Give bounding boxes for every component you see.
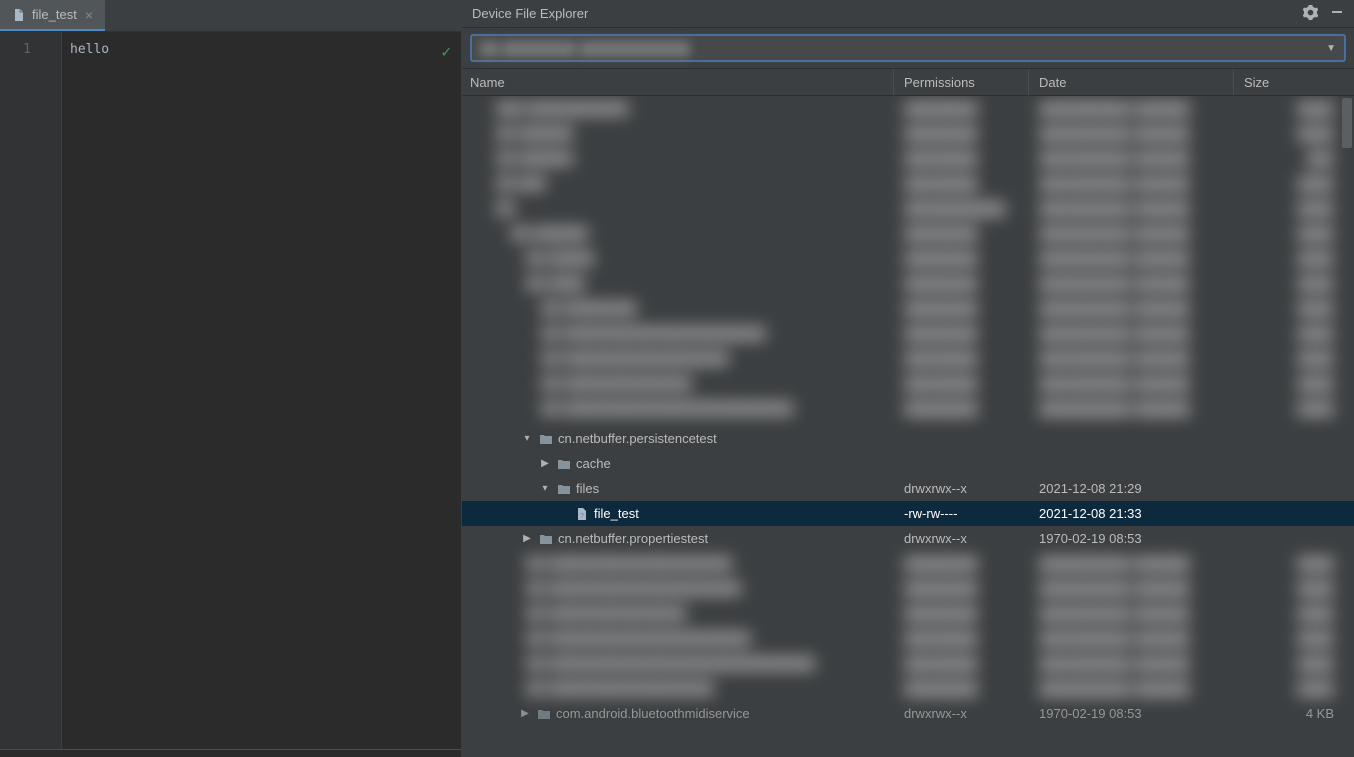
tree-body: ███ █████████████████████████████ ██████… (462, 96, 1354, 757)
blurred-region-bottom: ██ █████████████████████████████████████… (462, 551, 1354, 701)
tree-row-label: files (576, 481, 599, 496)
tree-row[interactable]: ▶ cache (462, 451, 1354, 476)
panel-header: Device File Explorer (462, 0, 1354, 28)
folder-icon (538, 431, 554, 447)
checkmark-icon: ✓ (441, 42, 451, 62)
scrollbar-thumb[interactable] (1342, 98, 1352, 148)
device-file-explorer-panel: Device File Explorer ██ ████████ ███████… (462, 0, 1354, 757)
panel-title: Device File Explorer (472, 6, 588, 21)
tree-row-label: cn.netbuffer.persistencetest (558, 431, 717, 446)
device-selector-value: ██ ████████ ████████████ (480, 41, 690, 56)
chevron-down-icon[interactable]: ▾ (538, 483, 552, 494)
tree-row-date: 2021-12-08 21:33 (1029, 506, 1234, 521)
column-header-size[interactable]: Size (1234, 69, 1354, 95)
chevron-right-icon[interactable]: ▶ (520, 533, 534, 544)
tree-row-label: cache (576, 456, 611, 471)
column-header-permissions[interactable]: Permissions (894, 69, 1029, 95)
editor-content[interactable]: hello ✓ (62, 32, 461, 749)
table-header: Name Permissions Date Size (462, 68, 1354, 96)
scrollbar[interactable] (1342, 96, 1352, 757)
editor-panel: file_test × 1 hello ✓ (0, 0, 462, 757)
chevron-down-icon: ▼ (1326, 43, 1336, 54)
tree-row-date: 1970-02-19 08:53 (1029, 531, 1234, 546)
minimize-icon[interactable] (1330, 5, 1344, 22)
blurred-region-top: ███ █████████████████████████████ ██████… (462, 96, 1354, 426)
gear-icon[interactable] (1303, 5, 1318, 23)
editor-body: 1 hello ✓ (0, 32, 461, 749)
close-icon[interactable]: × (83, 7, 95, 23)
file-icon (12, 8, 26, 22)
chevron-right-icon[interactable]: ▶ (518, 708, 532, 719)
folder-icon (538, 531, 554, 547)
tree-row-permissions: drwxrwx--x (894, 706, 1029, 721)
tree-row-label: file_test (594, 506, 639, 521)
status-bar (0, 749, 461, 757)
file-icon: ? (574, 506, 590, 522)
editor-text-line: hello (70, 40, 453, 60)
tree-row-size: 4 KB (1234, 706, 1354, 721)
tree-row[interactable]: ▶ cn.netbuffer.propertiestest drwxrwx--x19… (462, 526, 1354, 551)
svg-text:?: ? (580, 513, 584, 520)
tree-row[interactable]: ▶ com.android.bluetoothmidiservice drwxr… (462, 701, 1354, 726)
editor-tab-file-test[interactable]: file_test × (0, 0, 105, 31)
tree-row-label: cn.netbuffer.propertiestest (558, 531, 708, 546)
folder-icon (556, 456, 572, 472)
tree-row[interactable]: ? file_test -rw-rw----2021-12-08 21:33 (462, 501, 1354, 526)
column-header-date[interactable]: Date (1029, 69, 1234, 95)
tree-row[interactable]: ▾ files drwxrwx--x2021-12-08 21:29 (462, 476, 1354, 501)
tree-row-label: com.android.bluetoothmidiservice (556, 706, 750, 721)
tree-row-date: 2021-12-08 21:29 (1029, 481, 1234, 496)
column-header-name[interactable]: Name (462, 69, 894, 95)
editor-tab-label: file_test (32, 7, 77, 22)
folder-icon (556, 481, 572, 497)
tree-row-permissions: drwxrwx--x (894, 531, 1029, 546)
tree-row-date: 1970-02-19 08:53 (1029, 706, 1234, 721)
tree-row-permissions: drwxrwx--x (894, 481, 1029, 496)
editor-gutter: 1 (0, 32, 62, 749)
gutter-line-number: 1 (0, 40, 61, 60)
chevron-right-icon[interactable]: ▶ (538, 458, 552, 469)
folder-icon (536, 706, 552, 722)
editor-tabs: file_test × (0, 0, 461, 32)
chevron-down-icon[interactable]: ▾ (520, 433, 534, 444)
tree-row[interactable]: ▾ cn.netbuffer.persistencetest (462, 426, 1354, 451)
tree-row-permissions: -rw-rw---- (894, 506, 1029, 521)
device-selector-dropdown[interactable]: ██ ████████ ████████████ ▼ (470, 34, 1346, 62)
